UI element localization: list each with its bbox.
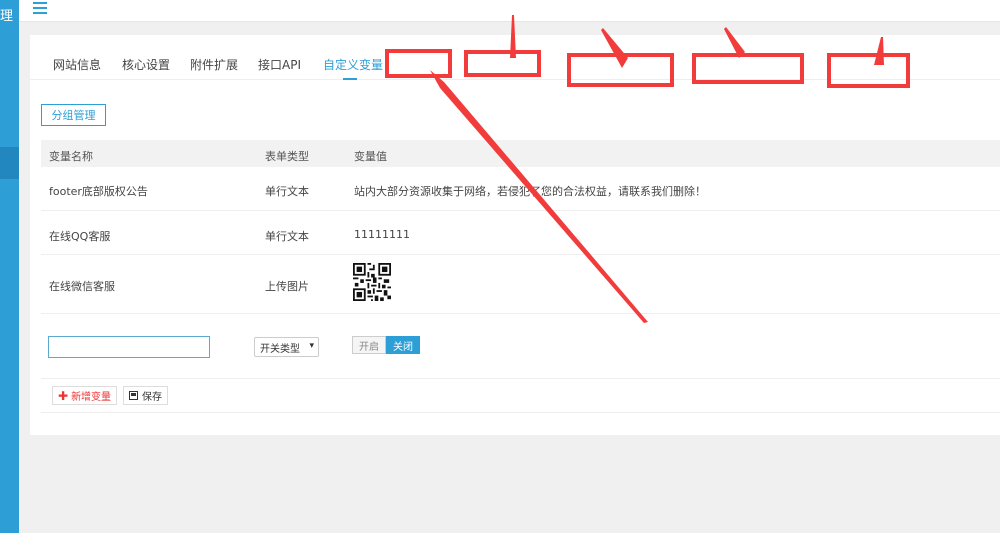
new-variable-name-input[interactable]	[48, 336, 210, 358]
form-type-select[interactable]: 开关类型 ▾	[254, 337, 319, 357]
save-button[interactable]: 保存	[123, 386, 168, 405]
table-row: 在线QQ客服 单行文本 11111111	[41, 211, 1000, 255]
column-header-type: 表单类型	[265, 150, 309, 163]
form-type-select-value: 开关类型	[260, 343, 300, 355]
switch-toggle[interactable]: 开启 关闭	[352, 336, 420, 354]
tab-attachments[interactable]: 附件扩展	[190, 56, 238, 73]
sidebar-active-item[interactable]	[0, 147, 19, 179]
active-tab-indicator	[343, 78, 357, 80]
save-label: 保存	[142, 392, 162, 403]
switch-off-option[interactable]: 关闭	[386, 336, 420, 354]
hamburger-menu-icon[interactable]	[33, 2, 47, 14]
top-bar	[19, 0, 1000, 22]
tab-custom-variables[interactable]: 自定义变量	[323, 56, 383, 73]
column-header-value: 变量值	[354, 150, 387, 163]
variable-type: 单行文本	[265, 230, 309, 243]
variable-type: 上传图片	[265, 280, 309, 293]
group-manage-button[interactable]: 分组管理	[41, 104, 106, 126]
variable-name: 在线微信客服	[49, 280, 115, 293]
variable-value[interactable]: 站内大部分资源收集于网络，若侵犯了您的合法权益，请联系我们删除！	[354, 183, 706, 199]
tab-api[interactable]: 接口API	[258, 56, 301, 73]
variable-name: 在线QQ客服	[49, 230, 111, 243]
tab-bar: 网站信息 核心设置 附件扩展 接口API 自定义变量	[30, 35, 1000, 80]
switch-on-option[interactable]: 开启	[352, 336, 386, 354]
chevron-down-icon: ▾	[309, 341, 314, 351]
variable-name: footer底部版权公告	[49, 185, 148, 198]
variable-type: 单行文本	[265, 185, 309, 198]
add-variable-label: 新增变量	[71, 392, 112, 403]
save-disk-icon	[129, 391, 138, 400]
tab-core-settings[interactable]: 核心设置	[122, 56, 170, 73]
qr-code-image[interactable]	[353, 263, 391, 301]
plus-icon: ✚	[58, 388, 69, 403]
sidebar: 理	[0, 0, 19, 533]
table-header: 变量名称 表单类型 变量值	[41, 140, 1000, 167]
settings-panel: 网站信息 核心设置 附件扩展 接口API 自定义变量 分组管理 变量名称 表单类…	[30, 35, 1000, 435]
column-header-name: 变量名称	[49, 150, 93, 163]
table-row: 在线微信客服 上传图片	[41, 255, 1000, 314]
tab-site-info[interactable]: 网站信息	[53, 56, 101, 73]
sidebar-logo: 理	[0, 9, 14, 24]
add-variable-button[interactable]: ✚ 新增变量	[52, 386, 118, 405]
variable-value[interactable]: 11111111	[354, 228, 410, 241]
table-row: footer底部版权公告 单行文本 站内大部分资源收集于网络，若侵犯了您的合法权…	[41, 167, 1000, 211]
footer-divider	[41, 412, 1000, 413]
row-divider	[41, 378, 1000, 379]
